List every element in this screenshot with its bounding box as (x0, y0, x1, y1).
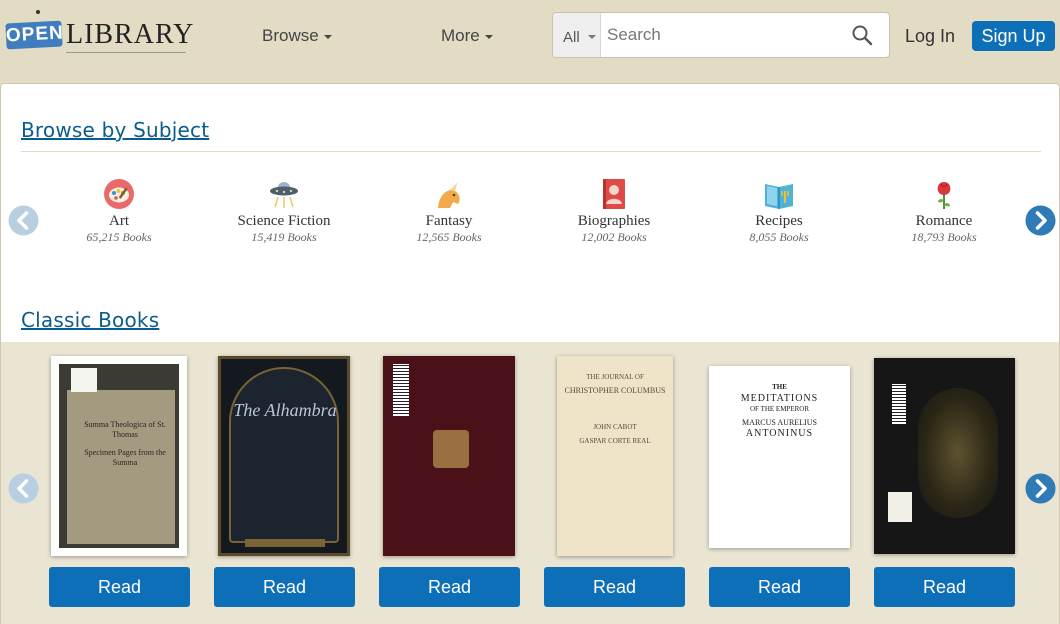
search-scope-value: All (563, 29, 580, 46)
cover-title: THE MEDITATIONS OF THE EMPEROR MARCUS AU… (709, 382, 850, 439)
subject-name: Recipes (755, 213, 803, 229)
book-cover-4[interactable]: THE JOURNAL OF CHRISTOPHER COLUMBUS JOHN… (557, 356, 673, 556)
chevron-down-icon (484, 34, 493, 39)
subject-recipes[interactable]: Recipes 8,055 Books (704, 178, 854, 245)
nav-browse-menu[interactable]: Browse (262, 26, 332, 46)
cover-text-line: MARCUS AURELIUS (742, 418, 817, 427)
nav-more-label: More (441, 26, 480, 45)
cover-text-line: JOHN CABOT (593, 423, 637, 431)
ufo-icon (270, 182, 298, 208)
barcode-label (892, 384, 906, 424)
subject-name: Art (109, 213, 129, 229)
classics-prev-arrow[interactable] (8, 473, 39, 504)
palette-icon (104, 179, 134, 209)
cover-text-line: Summa Theologica of St. Thomas (84, 420, 166, 439)
subject-count: 8,055 Books (749, 230, 809, 244)
subject-count: 65,215 Books (86, 230, 152, 244)
read-button[interactable]: Read (544, 567, 685, 607)
search-input[interactable] (603, 19, 843, 51)
biography-book-icon (603, 179, 625, 209)
read-button[interactable]: Read (379, 567, 520, 607)
subjects-prev-arrow[interactable] (8, 205, 39, 236)
classic-books-carousel: Summa Theologica of St. Thomas Specimen … (1, 342, 1059, 624)
cover-title: The Alhambra (233, 400, 337, 420)
chevron-down-icon (323, 34, 332, 39)
nav-more-menu[interactable]: More (441, 26, 493, 46)
browse-by-subject-title[interactable]: Browse by Subject (21, 118, 209, 142)
subject-art[interactable]: Art 65,215 Books (44, 178, 194, 245)
subject-biographies[interactable]: Biographies 12,002 Books (539, 178, 689, 245)
cover-text-line: CHRISTOPHER COLUMBUS (564, 386, 666, 395)
cover-title: Summa Theologica of St. Thomas Specimen … (73, 420, 177, 468)
subjects-next-arrow[interactable] (1025, 205, 1056, 236)
cover-text-line: ANTONINUS (745, 428, 814, 439)
book-cover-2[interactable]: The Alhambra (218, 356, 350, 556)
classic-books-title[interactable]: Classic Books (21, 308, 159, 332)
logo-underline (66, 52, 186, 53)
cover-text-line: Specimen Pages from the Summa (84, 448, 166, 467)
cover-arch (229, 367, 339, 543)
section-divider (21, 151, 1041, 152)
chevron-left-icon (8, 473, 39, 504)
subject-name: Romance (915, 213, 973, 229)
library-label (71, 368, 97, 392)
book-cover-5[interactable]: THE MEDITATIONS OF THE EMPEROR MARCUS AU… (709, 366, 850, 548)
read-button[interactable]: Read (709, 567, 850, 607)
read-button[interactable]: Read (214, 567, 355, 607)
cover-ornament (918, 388, 998, 518)
subject-count: 12,002 Books (581, 230, 647, 244)
search-icon[interactable] (851, 24, 873, 46)
cover-title: THE JOURNAL OF CHRISTOPHER COLUMBUS JOHN… (561, 372, 669, 446)
subject-name: Biographies (577, 213, 651, 229)
subject-name: Science Fiction (237, 213, 331, 229)
book-cover-6[interactable] (874, 358, 1015, 554)
classics-next-arrow[interactable] (1025, 473, 1056, 504)
cover-text-line: THE (772, 383, 787, 391)
subject-fantasy[interactable]: Fantasy 12,565 Books (374, 178, 524, 245)
book-cover-3[interactable] (383, 356, 515, 556)
subject-count: 12,565 Books (416, 230, 482, 244)
main-content: Browse by Subject Art 65,215 Books Scien… (0, 83, 1060, 624)
cover-text-line: THE JOURNAL OF (586, 373, 644, 381)
rose-icon (937, 182, 951, 209)
cover-ornament (245, 539, 325, 547)
cover-emblem (433, 430, 469, 468)
subject-count: 15,419 Books (251, 230, 317, 244)
subject-romance[interactable]: Romance 18,793 Books (869, 178, 1019, 245)
logo-dot (36, 10, 40, 14)
chevron-right-icon (1025, 473, 1056, 504)
open-library-logo[interactable]: OPEN LIBRARY (5, 10, 196, 56)
subject-science-fiction[interactable]: Science Fiction 15,419 Books (209, 178, 359, 245)
cover-text-line: GASPAR CORTE REAL (579, 437, 651, 445)
logo-open-badge: OPEN (5, 20, 64, 50)
subject-count: 18,793 Books (911, 230, 977, 244)
library-label (888, 492, 912, 522)
search-scope-select[interactable]: All (553, 13, 601, 57)
chevron-right-icon (1025, 205, 1056, 236)
site-header: OPEN LIBRARY Browse More All Log In Sign… (0, 0, 1060, 84)
unicorn-icon (438, 183, 460, 208)
cover-text-line: OF THE EMPEROR (750, 405, 809, 413)
signup-button[interactable]: Sign Up (972, 21, 1055, 51)
search-bar: All (552, 12, 890, 58)
barcode-label (393, 364, 409, 416)
subject-name: Fantasy (425, 213, 473, 229)
book-cover-1[interactable]: Summa Theologica of St. Thomas Specimen … (51, 356, 187, 556)
login-link[interactable]: Log In (905, 26, 955, 46)
read-button[interactable]: Read (49, 567, 190, 607)
nav-browse-label: Browse (262, 26, 319, 45)
cookbook-icon (765, 184, 793, 209)
chevron-down-icon (588, 35, 596, 39)
logo-library-text: LIBRARY (66, 19, 195, 50)
chevron-left-icon (8, 205, 39, 236)
cover-text-line: MEDITATIONS (740, 393, 819, 404)
read-button[interactable]: Read (874, 567, 1015, 607)
